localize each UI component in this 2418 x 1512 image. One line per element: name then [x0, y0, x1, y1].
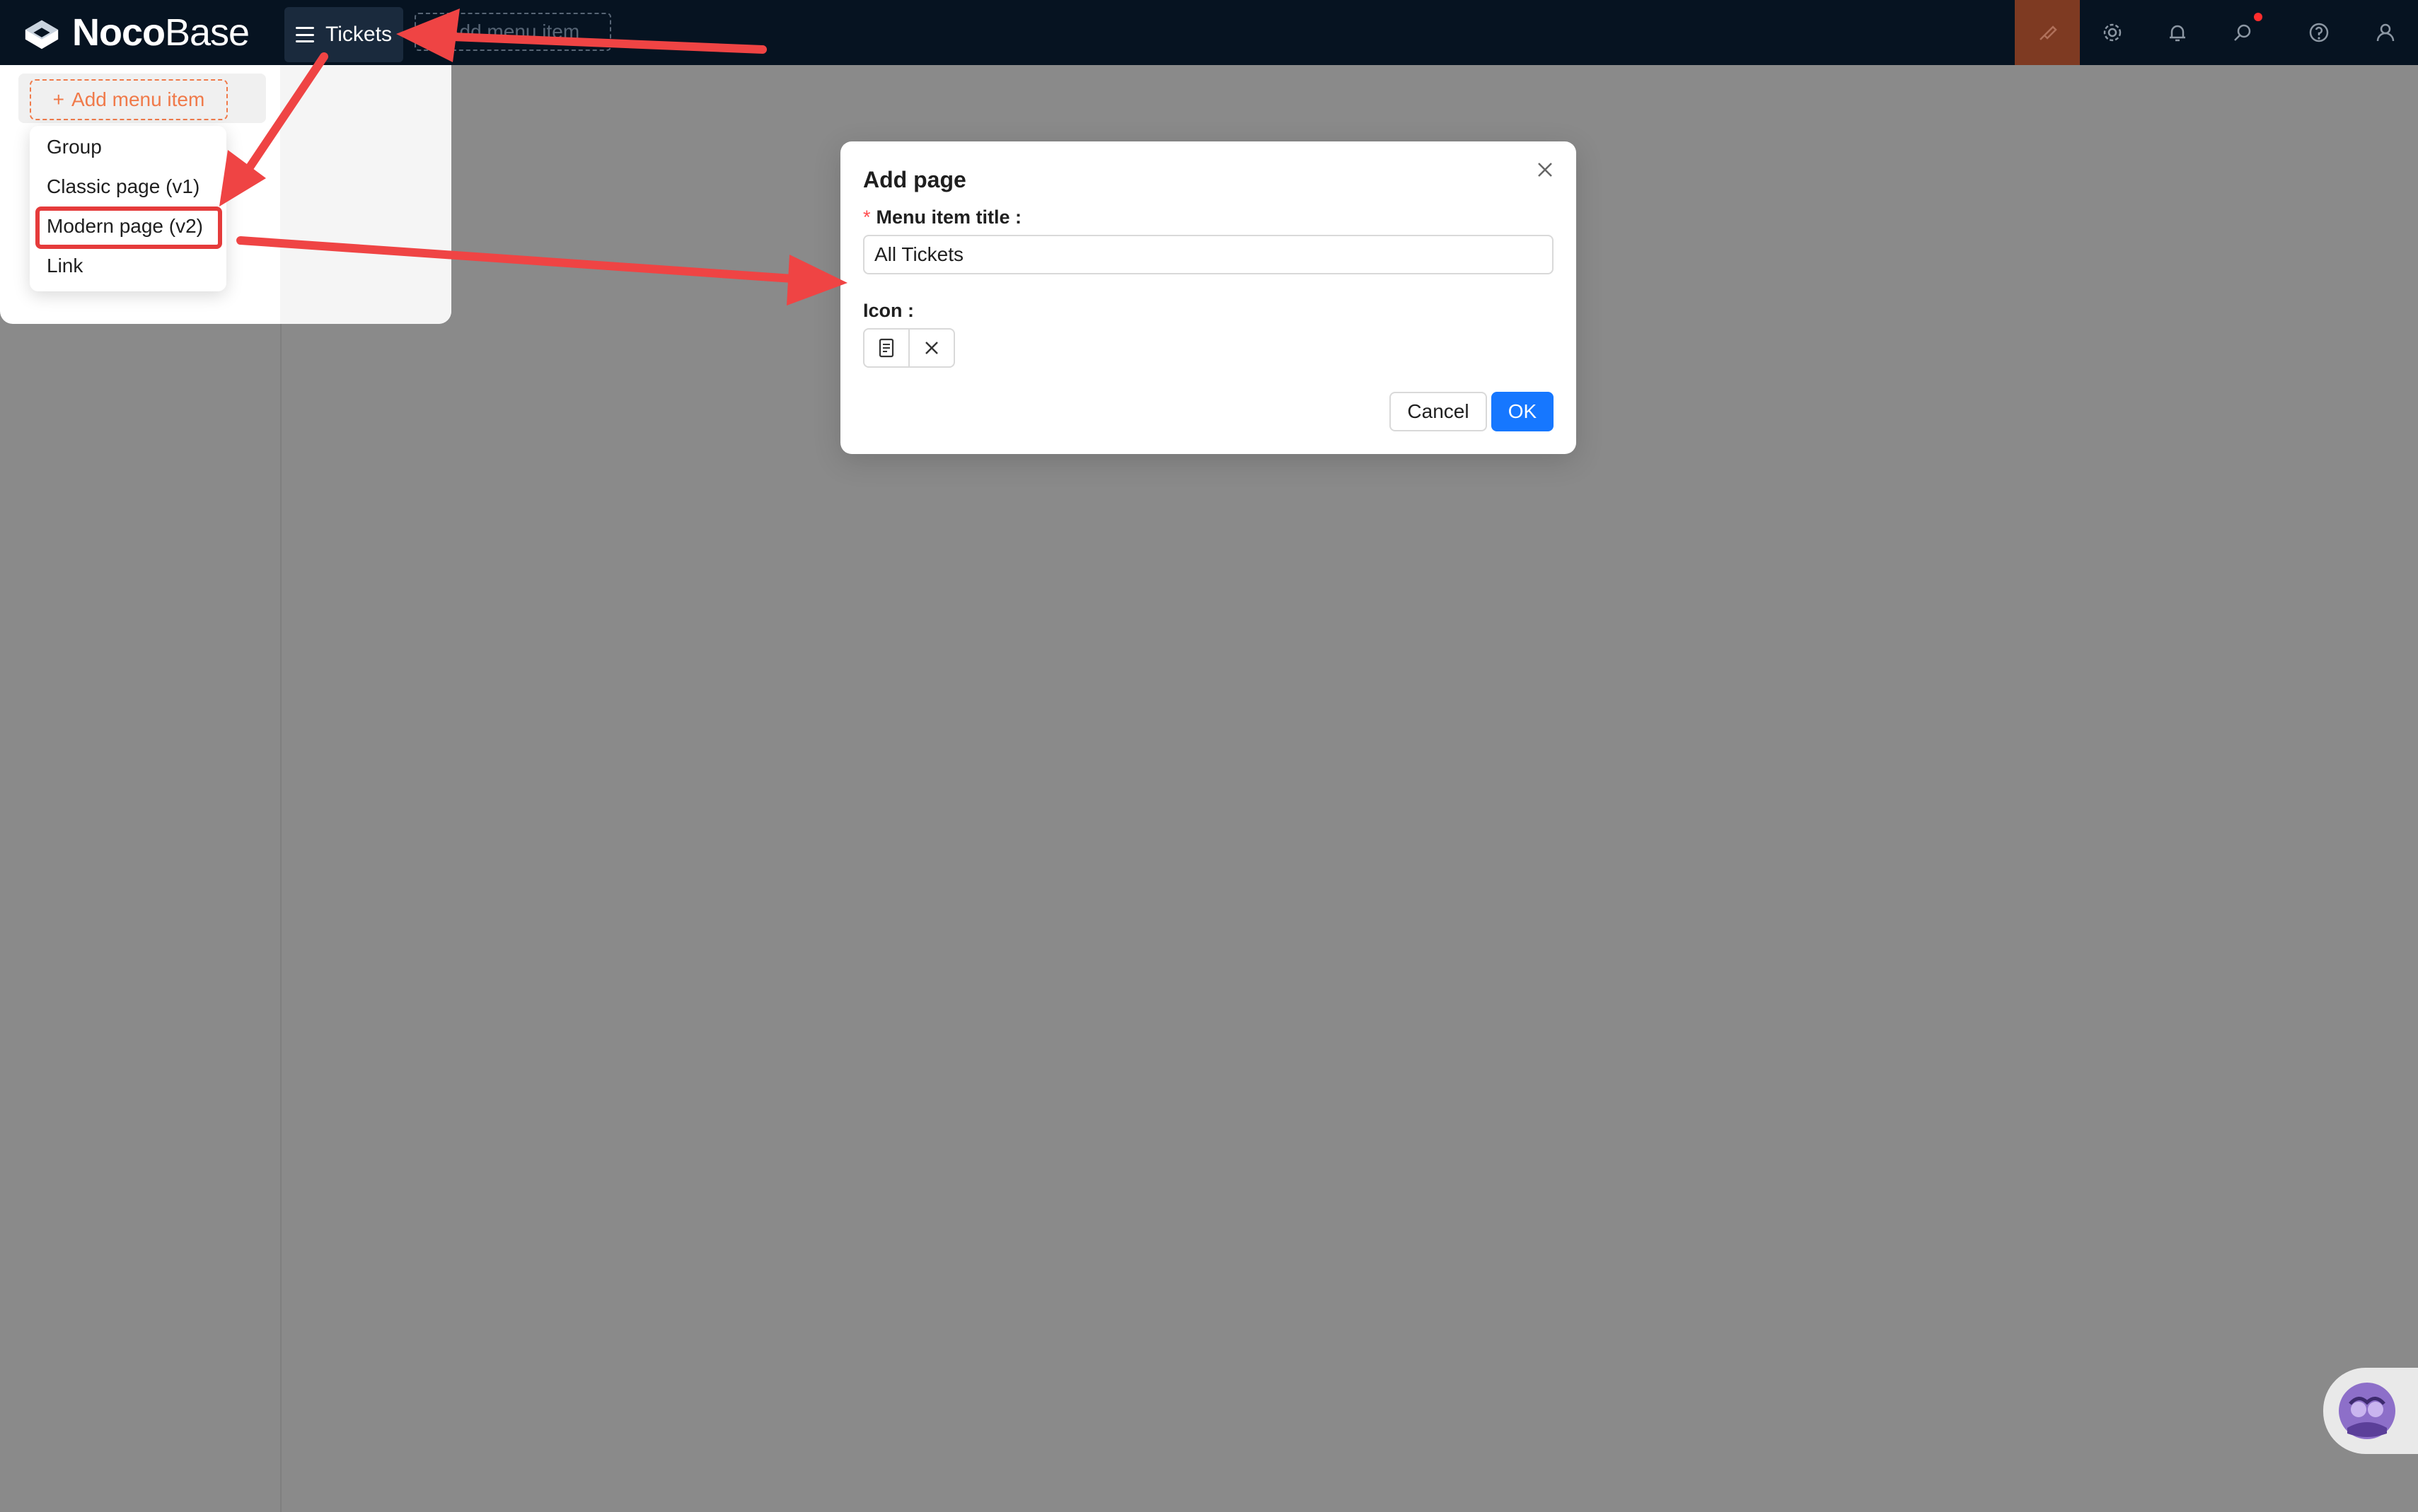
settings-icon: [2103, 23, 2122, 42]
icon-label: Icon :: [863, 300, 915, 321]
nocobase-logo-icon: [25, 20, 59, 50]
close-icon[interactable]: [1534, 158, 1556, 181]
unread-dot: [2254, 13, 2262, 21]
annotation-highlight-modern-page: [35, 207, 222, 249]
add-menu-item-button[interactable]: + Add menu item: [30, 79, 228, 120]
search-icon: [2234, 24, 2251, 41]
nocobase-logo[interactable]: NocoBase: [21, 10, 250, 55]
search-button[interactable]: [2210, 0, 2275, 65]
ok-button[interactable]: OK: [1491, 392, 1554, 431]
top-add-menu-item-button[interactable]: Add menu item: [415, 13, 611, 51]
menu-type-link[interactable]: Link: [47, 255, 83, 277]
help-button[interactable]: [2286, 0, 2352, 65]
modal-title: Add page: [863, 167, 966, 192]
add-page-modal: Add page *Menu item title : Icon : Cance…: [840, 141, 1576, 454]
ai-assistant-avatar-icon: [2339, 1383, 2395, 1439]
menu-type-classic-page[interactable]: Classic page (v1): [47, 175, 199, 198]
help-icon: [2309, 23, 2329, 42]
top-navigation-bar: NocoBase Tickets Add menu item: [0, 0, 2418, 65]
icon-picker-clear[interactable]: [908, 330, 954, 366]
icon-picker[interactable]: [863, 328, 955, 368]
user-icon: [2376, 23, 2395, 42]
ui-editor-button[interactable]: [2015, 0, 2080, 65]
clear-icon: [925, 342, 938, 354]
menu-icon: [296, 27, 315, 42]
menu-type-group[interactable]: Group: [47, 136, 102, 158]
notifications-button[interactable]: [2145, 0, 2210, 65]
ui-editor-icon: [2040, 25, 2057, 40]
submenu-column: [280, 65, 451, 324]
sidebar-background: [0, 324, 282, 1512]
brand-name: NocoBase: [72, 11, 250, 54]
ai-assistant-button[interactable]: [2323, 1368, 2418, 1454]
settings-button[interactable]: [2080, 0, 2145, 65]
menu-tab-tickets[interactable]: Tickets: [284, 7, 403, 62]
add-menu-item-label: Add menu item: [71, 88, 205, 110]
user-menu-button[interactable]: [2353, 0, 2418, 65]
icon-picker-select[interactable]: [864, 330, 908, 366]
cancel-button[interactable]: Cancel: [1389, 392, 1487, 431]
menu-tab-label: Tickets: [325, 23, 392, 46]
plus-icon: +: [52, 88, 65, 110]
menu-item-title-label: * Menu item title :: [863, 207, 1022, 228]
menu-item-title-input[interactable]: [863, 235, 1554, 274]
document-icon: [879, 338, 894, 358]
bell-icon: [2170, 25, 2185, 42]
